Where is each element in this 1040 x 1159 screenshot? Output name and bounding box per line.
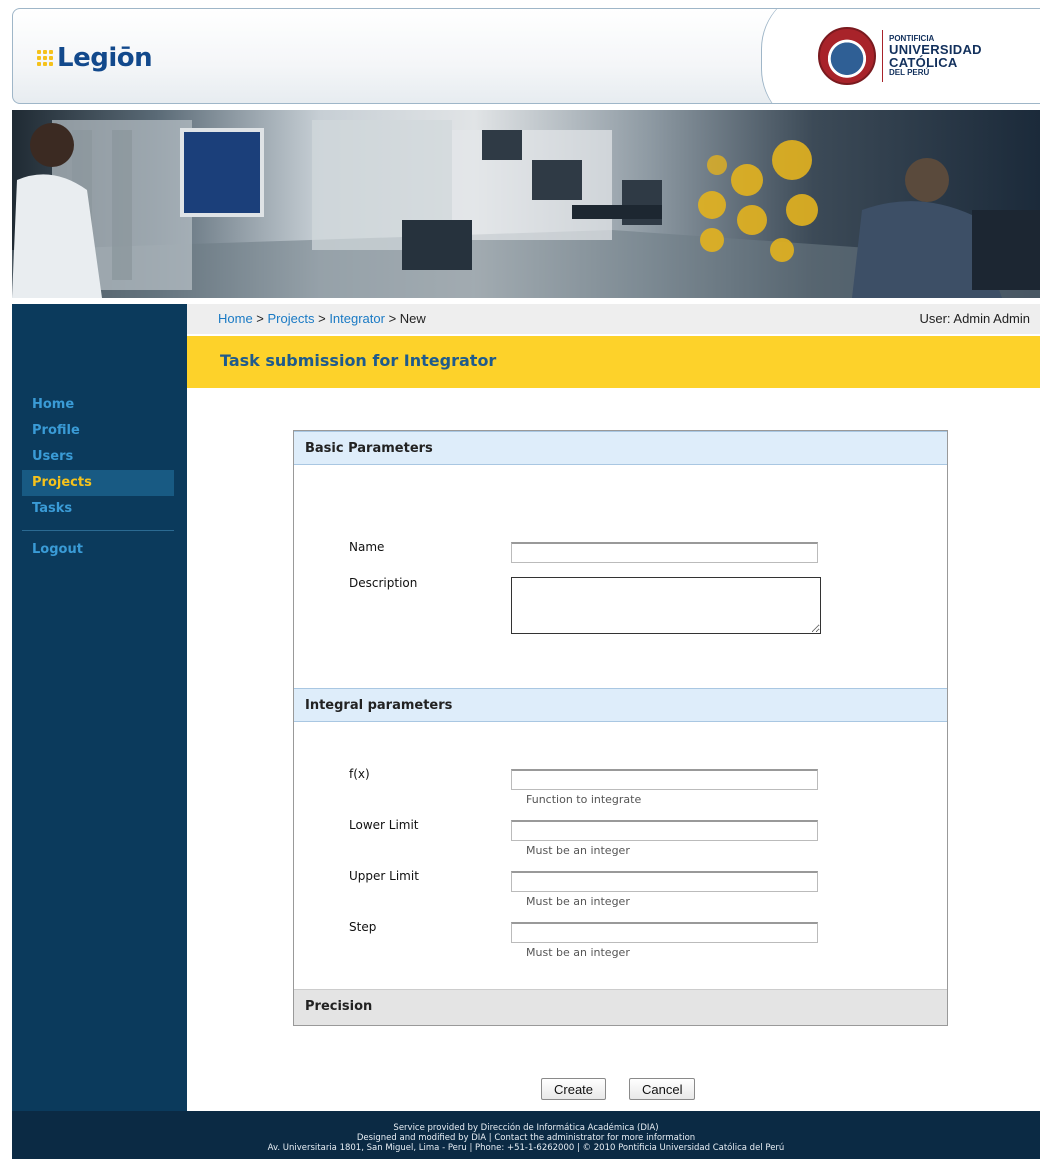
fx-label: f(x)	[349, 767, 370, 781]
fx-hint: Function to integrate	[526, 793, 642, 806]
footer-line-2: Designed and modified by DIA | Contact t…	[356, 1133, 696, 1143]
breadcrumb-home-link[interactable]: Home	[218, 311, 253, 326]
university-name: PONTIFICIA UNIVERSIDAD CATÓLICA DEL PERÚ	[889, 35, 982, 77]
lower-limit-label: Lower Limit	[349, 818, 419, 832]
sidebar-item-projects[interactable]: Projects	[22, 470, 174, 496]
section-integral-parameters[interactable]: Integral parameters	[294, 688, 947, 722]
description-textarea[interactable]	[511, 577, 821, 634]
sidebar-nav: Home Profile Users Projects Tasks Logout	[22, 392, 174, 563]
sidebar-item-users[interactable]: Users	[22, 444, 174, 470]
section-basic-parameters[interactable]: Basic Parameters	[294, 431, 947, 465]
university-logo[interactable]: PONTIFICIA UNIVERSIDAD CATÓLICA DEL PERÚ	[818, 27, 982, 85]
site-header: Legiōn PONTIFICIA UNIVERSIDAD CATÓLICA D…	[12, 8, 1040, 104]
sidebar: Home Profile Users Projects Tasks Logout	[12, 304, 187, 1111]
breadcrumb-current: New	[399, 311, 426, 326]
fx-input[interactable]	[511, 769, 818, 790]
logo-dots-icon	[37, 50, 53, 66]
university-seal-icon	[818, 27, 876, 85]
upper-limit-label: Upper Limit	[349, 869, 419, 883]
create-button[interactable]: Create	[541, 1078, 607, 1100]
step-input[interactable]	[511, 922, 818, 943]
section-title: Precision	[305, 999, 373, 1014]
task-form: Basic Parameters Name Description Integr…	[293, 430, 948, 1026]
sidebar-item-home[interactable]: Home	[22, 392, 174, 418]
page-title: Task submission for Integrator	[220, 351, 497, 370]
upper-limit-input[interactable]	[511, 871, 818, 892]
lower-limit-hint: Must be an integer	[526, 844, 630, 857]
sidebar-item-logout[interactable]: Logout	[22, 537, 174, 563]
footer-line-1: Service provided by Dirección de Informá…	[393, 1123, 659, 1133]
sidebar-item-tasks[interactable]: Tasks	[22, 496, 174, 522]
breadcrumb: Home > Projects > Integrator > New	[218, 311, 426, 326]
section-precision[interactable]: Precision	[294, 989, 947, 1025]
upper-limit-hint: Must be an integer	[526, 895, 630, 908]
header-banner-image	[12, 110, 1040, 298]
sidebar-divider	[22, 530, 174, 531]
breadcrumb-separator: >	[252, 311, 268, 326]
university-line4: DEL PERÚ	[889, 68, 930, 77]
site-footer: Service provided by Dirección de Informá…	[12, 1111, 1040, 1159]
footer-line-3: Av. Universitaria 1801, San Miguel, Lima…	[267, 1143, 785, 1153]
breadcrumb-separator: >	[384, 311, 400, 326]
breadcrumb-projects-link[interactable]: Projects	[268, 311, 315, 326]
user-label: User: Admin Admin	[919, 311, 1030, 326]
breadcrumb-integrator-link[interactable]: Integrator	[329, 311, 385, 326]
logo-divider	[882, 30, 883, 82]
banner-illustration	[12, 120, 1040, 298]
section-title: Basic Parameters	[305, 441, 433, 456]
legion-logo[interactable]: Legiōn	[37, 43, 153, 73]
page-title-bar: Task submission for Integrator	[187, 336, 1040, 388]
name-input[interactable]	[511, 542, 818, 563]
breadcrumb-separator: >	[314, 311, 330, 326]
lower-limit-input[interactable]	[511, 820, 818, 841]
description-label: Description	[349, 576, 418, 590]
logo-text: Legiōn	[57, 43, 153, 73]
step-hint: Must be an integer	[526, 946, 630, 959]
section-title: Integral parameters	[305, 698, 453, 713]
breadcrumb-bar: Home > Projects > Integrator > New User:…	[187, 304, 1040, 334]
cancel-button[interactable]: Cancel	[629, 1078, 696, 1100]
sidebar-item-profile[interactable]: Profile	[22, 418, 174, 444]
name-label: Name	[349, 540, 385, 554]
step-label: Step	[349, 920, 377, 934]
